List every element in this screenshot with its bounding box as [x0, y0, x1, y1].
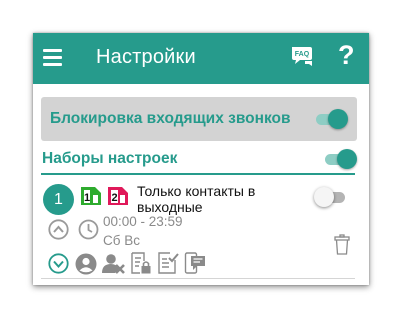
faq-label: FAQ: [295, 51, 310, 58]
clock-icon: [78, 219, 99, 240]
menu-icon[interactable]: [43, 49, 63, 67]
page-title: Настройки: [96, 46, 196, 68]
profile-number-badge: 1: [43, 184, 74, 215]
profile-divider: [41, 278, 355, 279]
sim1-label: 1: [84, 192, 90, 204]
faq-icon[interactable]: FAQ: [290, 45, 314, 69]
checklist-icon: [158, 252, 179, 274]
help-button[interactable]: ?: [338, 40, 355, 71]
sim2-label: 2: [111, 192, 117, 204]
phone-message-icon: [184, 252, 205, 274]
block-incoming-toggle[interactable]: [314, 109, 348, 129]
profile-days: Сб Вс: [103, 233, 140, 248]
profiles-divider: [41, 173, 355, 175]
profiles-toggle[interactable]: [323, 149, 357, 169]
chevron-up-icon[interactable]: [48, 219, 69, 240]
sim2-icon: 2: [108, 187, 128, 205]
chevron-down-icon[interactable]: [48, 253, 69, 274]
trash-icon[interactable]: [334, 234, 350, 256]
block-incoming-label: Блокировка входящих звонков: [50, 110, 291, 127]
profile-toggle[interactable]: [314, 187, 348, 207]
sim1-icon: 1: [81, 187, 101, 205]
app-bar: Настройки FAQ ?: [33, 33, 369, 84]
secure-list-icon: [131, 252, 151, 274]
app-window: Настройки FAQ ? Блокировка входящих звон…: [33, 33, 369, 285]
contact-icon: [75, 253, 97, 275]
profile-name: Только контакты в выходные: [137, 183, 256, 215]
profiles-header: Наборы настроек: [42, 148, 357, 172]
profile-time: 00:00 - 23:59: [103, 214, 183, 229]
block-incoming-row[interactable]: Блокировка входящих звонков: [41, 97, 357, 141]
profiles-title: Наборы настроек: [42, 150, 178, 167]
blocked-contact-icon: [102, 254, 125, 274]
